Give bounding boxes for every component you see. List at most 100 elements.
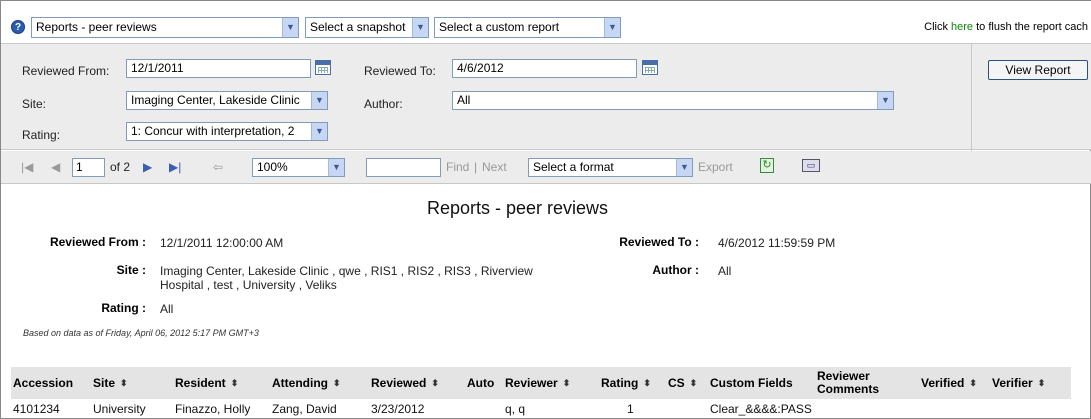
column-header-verifier[interactable]: Verifier ⬍ xyxy=(992,367,1045,399)
zoom-select-value: 100% xyxy=(257,160,288,174)
sort-icon[interactable]: ⬍ xyxy=(563,377,571,390)
reviewed-from-field-value: 12/1/2011 12:00:00 AM xyxy=(160,236,284,250)
author-field-value: All xyxy=(718,264,732,278)
chevron-down-icon: ▼ xyxy=(604,18,620,37)
column-label: Resident xyxy=(175,375,226,390)
column-label: Auto xyxy=(467,375,495,390)
site-select-value: Imaging Center, Lakeside Clinic xyxy=(131,93,300,107)
chevron-down-icon: ▼ xyxy=(328,159,344,176)
view-report-button[interactable]: View Report xyxy=(988,60,1088,80)
chevron-down-icon: ▼ xyxy=(412,18,428,37)
rating-select-value: 1: Concur with interpretation, 2 xyxy=(131,124,295,138)
column-label: CS xyxy=(668,375,685,390)
rating-field-value: All xyxy=(160,302,174,316)
rating-label: Rating: xyxy=(22,128,61,142)
flush-prefix: Click xyxy=(924,21,952,33)
reviewed-to-field-value: 4/6/2012 11:59:59 PM xyxy=(718,236,836,250)
column-label: Custom Fields xyxy=(710,375,793,390)
last-page-icon[interactable]: ▶| xyxy=(169,160,181,174)
column-header-rating[interactable]: Rating ⬍ xyxy=(601,367,651,399)
column-header-reviewer-comments: Reviewer Comments xyxy=(817,367,899,399)
cell-site: University xyxy=(93,402,146,416)
zoom-select[interactable]: 100% ▼ xyxy=(252,158,345,177)
panel-divider xyxy=(971,44,972,151)
column-label: Reviewer Comments xyxy=(817,369,880,396)
column-label: Reviewed xyxy=(371,375,427,390)
reviewed-to-label: Reviewed To: xyxy=(364,64,436,78)
chevron-down-icon: ▼ xyxy=(676,159,692,176)
sort-icon[interactable]: ⬍ xyxy=(690,377,698,390)
reviewed-from-input[interactable]: 12/1/2011 xyxy=(126,59,311,78)
next-page-icon[interactable]: ▶ xyxy=(143,160,152,174)
parameters-panel: Reviewed From: 12/1/2011 Reviewed To: 4/… xyxy=(1,43,1091,151)
cell-rating: 1 xyxy=(627,402,634,416)
export-format-select[interactable]: Select a format ▼ xyxy=(528,158,693,177)
author-label: Author: xyxy=(364,97,403,111)
reviewed-to-input[interactable]: 4/6/2012 xyxy=(452,59,637,78)
sort-icon[interactable]: ⬍ xyxy=(1038,377,1046,390)
table-row: 4101234 University Finazzo, Holly Zang, … xyxy=(11,399,1071,419)
back-to-parent-icon[interactable]: ⇦ xyxy=(213,160,223,174)
author-select[interactable]: All ▼ xyxy=(452,91,894,110)
snapshot-select[interactable]: Select a snapshot ▼ xyxy=(305,17,429,38)
first-page-icon[interactable]: |◀ xyxy=(21,160,33,174)
cell-attending: Zang, David xyxy=(272,402,337,416)
flush-suffix: to flush the report cach xyxy=(973,21,1088,33)
calendar-icon[interactable] xyxy=(642,60,658,75)
cell-reviewer: q, q xyxy=(505,402,526,416)
find-next-link[interactable]: Next xyxy=(482,160,507,174)
column-header-auto: Auto xyxy=(467,367,494,399)
cell-reviewed: 3/23/2012 xyxy=(371,402,425,416)
site-select[interactable]: Imaging Center, Lakeside Clinic ▼ xyxy=(126,91,328,110)
column-header-cs[interactable]: CS ⬍ xyxy=(668,367,697,399)
column-header-reviewer[interactable]: Reviewer ⬍ xyxy=(505,367,570,399)
page-count: of 2 xyxy=(110,160,131,174)
sort-icon[interactable]: ⬍ xyxy=(120,377,128,390)
chevron-down-icon: ▼ xyxy=(311,123,327,140)
help-icon[interactable]: ? xyxy=(11,20,25,34)
column-header-attending[interactable]: Attending ⬍ xyxy=(272,367,341,399)
chevron-down-icon: ▼ xyxy=(311,92,327,109)
report-toolbar: |◀ ◀ 1 of 2 ▶ ▶| ⇦ 100% ▼ Find | Next Se… xyxy=(1,151,1091,184)
sort-icon[interactable]: ⬍ xyxy=(231,377,239,390)
sort-icon[interactable]: ⬍ xyxy=(643,377,651,390)
sort-icon[interactable]: ⬍ xyxy=(969,377,977,390)
reviewed-to-field-label: Reviewed To : xyxy=(619,235,699,249)
report-select-value: Reports - peer reviews xyxy=(36,20,157,34)
sort-icon[interactable]: ⬍ xyxy=(431,377,439,390)
export-format-value: Select a format xyxy=(533,160,614,174)
print-icon[interactable]: ▭ xyxy=(802,159,820,172)
column-header-custom-fields: Custom Fields xyxy=(710,367,793,399)
column-label: Accession xyxy=(13,375,74,390)
previous-page-icon[interactable]: ◀ xyxy=(51,160,60,174)
column-label: Reviewer xyxy=(505,375,558,390)
sort-icon[interactable]: ⬍ xyxy=(333,377,341,390)
column-label: Verified xyxy=(921,375,965,390)
page-number-input[interactable]: 1 xyxy=(72,158,105,177)
custom-report-select-value: Select a custom report xyxy=(439,20,560,34)
column-label: Rating xyxy=(601,375,639,390)
column-header-reviewed[interactable]: Reviewed ⬍ xyxy=(371,367,439,399)
reviewed-from-field-label: Reviewed From : xyxy=(49,235,146,249)
find-link[interactable]: Find xyxy=(446,160,469,174)
column-header-resident[interactable]: Resident ⬍ xyxy=(175,367,238,399)
column-header-site[interactable]: Site ⬍ xyxy=(93,367,128,399)
refresh-icon[interactable]: ↻ xyxy=(760,158,774,173)
chevron-down-icon: ▼ xyxy=(877,92,893,109)
cell-resident: Finazzo, Holly xyxy=(175,402,251,416)
column-label: Site xyxy=(93,375,116,390)
column-header-verified[interactable]: Verified ⬍ xyxy=(921,367,977,399)
calendar-icon[interactable] xyxy=(315,60,331,75)
custom-report-select[interactable]: Select a custom report ▼ xyxy=(434,17,621,38)
rating-select[interactable]: 1: Concur with interpretation, 2 ▼ xyxy=(126,122,328,141)
report-select[interactable]: Reports - peer reviews ▼ xyxy=(31,17,299,38)
column-header-accession: Accession xyxy=(13,367,73,399)
flush-cache-link[interactable]: here xyxy=(951,21,973,33)
rating-field-label: Rating : xyxy=(101,301,146,315)
author-select-value: All xyxy=(457,93,471,107)
cell-accession: 4101234 xyxy=(13,402,60,416)
find-text-input[interactable] xyxy=(366,158,441,177)
export-link[interactable]: Export xyxy=(698,160,733,174)
table-header: Accession Site ⬍ Resident ⬍ Attending ⬍ Rev… xyxy=(11,367,1071,399)
report-selector-bar: ? Reports - peer reviews ▼ Select a snap… xyxy=(1,1,1091,43)
